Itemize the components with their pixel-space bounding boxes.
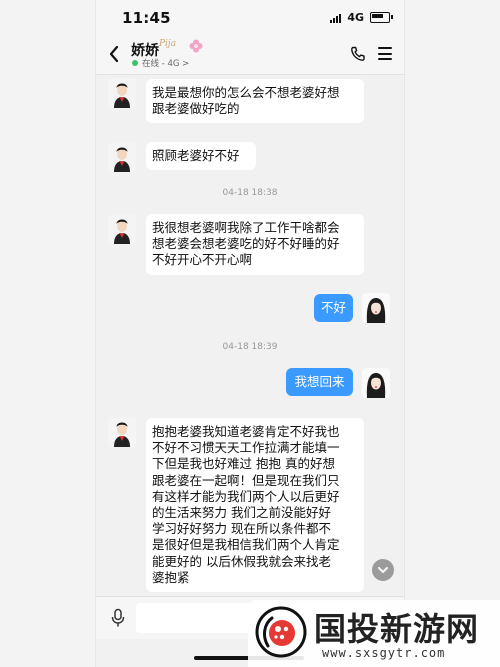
- user-avatar[interactable]: [362, 293, 390, 323]
- message-bubble-incoming[interactable]: 抱抱老婆我知道老婆肯定不好我也 不好不习惯天天工作拉满才能填一 下但是我也好难过…: [146, 418, 364, 593]
- name-tag: Pija: [159, 39, 177, 49]
- scroll-down-button[interactable]: [372, 559, 394, 581]
- contact-status[interactable]: 在线 - 4G >: [142, 57, 189, 69]
- watermark-title: 国投新游网: [314, 610, 480, 648]
- message-timestamp: 04-18 18:38: [222, 188, 278, 198]
- network-label: 4G: [347, 11, 364, 24]
- message-timestamp: 04-18 18:39: [222, 342, 278, 352]
- chat-screen: 11:45 4G 娇娇 Pija 在线 - 4G > 我是最想你的怎么会不想老婆…: [96, 0, 404, 667]
- menu-icon[interactable]: [378, 47, 392, 60]
- battery-icon: [370, 12, 393, 23]
- watermark-url: www.sxsgytr.com: [322, 646, 446, 660]
- chat-header: 娇娇 Pija 在线 - 4G >: [96, 36, 404, 75]
- joystick-logo-icon: [255, 606, 307, 658]
- signal-icon: [330, 13, 342, 23]
- message-bubble-incoming[interactable]: 我是最想你的怎么会不想老婆好想 跟老婆做好吃的: [146, 79, 364, 124]
- status-time: 11:45: [122, 9, 171, 27]
- message-bubble-incoming[interactable]: 照顾老婆好不好: [146, 142, 256, 171]
- chevron-down-icon: [378, 567, 388, 573]
- back-icon[interactable]: [108, 44, 120, 64]
- phone-icon[interactable]: [350, 46, 366, 62]
- contact-avatar[interactable]: [108, 417, 136, 447]
- contact-avatar[interactable]: [108, 142, 136, 172]
- message-bubble-outgoing[interactable]: 不好: [314, 294, 353, 323]
- flower-icon: [189, 39, 203, 53]
- user-avatar[interactable]: [362, 368, 390, 398]
- microphone-icon[interactable]: [110, 608, 126, 628]
- site-watermark: 国投新游网 www.sxsgytr.com: [248, 600, 500, 667]
- online-status-dot: [132, 60, 138, 66]
- contact-avatar[interactable]: [108, 214, 136, 244]
- status-bar: 11:45 4G: [96, 0, 404, 36]
- status-indicators: 4G: [330, 11, 393, 24]
- contact-avatar[interactable]: [108, 78, 136, 108]
- message-bubble-outgoing[interactable]: 我想回来: [286, 368, 353, 397]
- message-bubble-incoming[interactable]: 我很想老婆啊我除了工作干啥都会 想老婆会想老婆吃的好不好睡的好 不好开心不开心啊: [146, 214, 364, 275]
